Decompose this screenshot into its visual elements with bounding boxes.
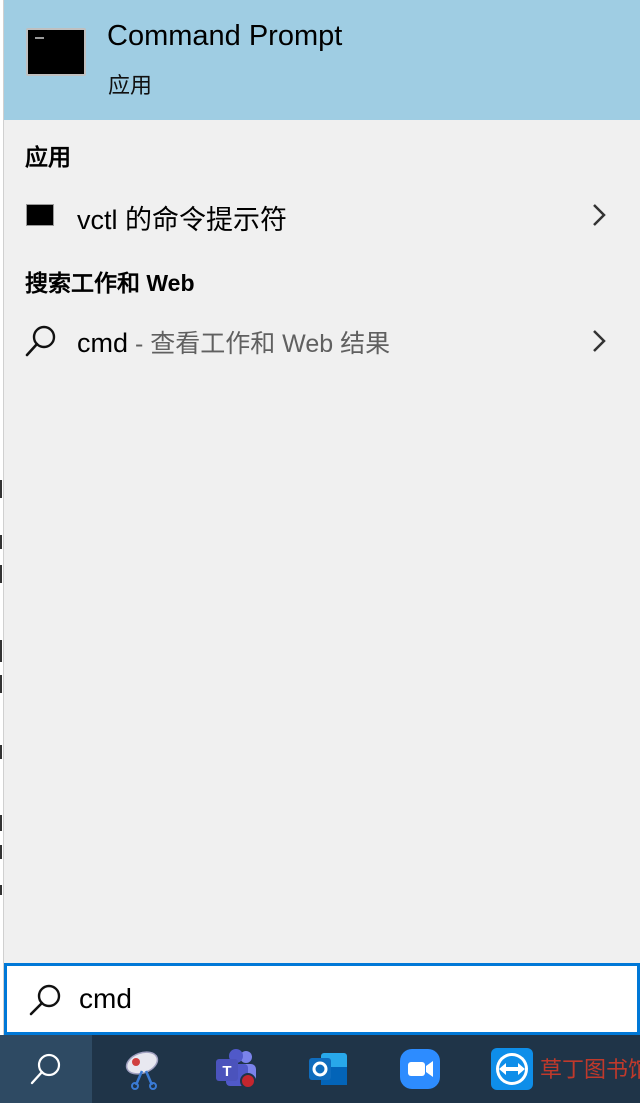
taskbar-search-button[interactable] xyxy=(0,1035,92,1103)
web-result-query: cmd xyxy=(77,328,129,358)
taskbar-teams[interactable]: T xyxy=(190,1035,282,1103)
snipping-tool-icon xyxy=(125,1051,159,1090)
chevron-right-icon[interactable] xyxy=(588,328,610,354)
section-header-apps: 应用 xyxy=(25,144,71,170)
svg-text:T: T xyxy=(222,1063,231,1080)
best-match-title: Command Prompt xyxy=(107,20,343,52)
web-result-suffix: - 查看工作和 Web 结果 xyxy=(128,330,391,358)
web-result-cmd[interactable]: cmd - 查看工作和 Web 结果 xyxy=(4,310,640,372)
outlook-icon xyxy=(309,1053,347,1085)
watermark-text: 草丁图书馆 xyxy=(540,1058,640,1083)
teams-icon: T xyxy=(216,1049,256,1089)
taskbar-zoom[interactable] xyxy=(374,1035,466,1103)
cmd-icon xyxy=(26,204,54,226)
app-result-label: vctl 的命令提示符 xyxy=(77,205,288,235)
cmd-icon xyxy=(26,28,86,76)
search-icon xyxy=(30,1053,61,1085)
search-icon xyxy=(25,325,56,357)
start-search-panel: Command Prompt 应用 应用 vctl 的命令提示符 搜索工作和 W… xyxy=(0,0,640,1103)
teamviewer-icon xyxy=(491,1048,533,1090)
zoom-icon xyxy=(400,1049,440,1089)
background-window-edge xyxy=(0,0,4,1035)
best-match-type: 应用 xyxy=(108,73,153,98)
taskbar-outlook[interactable] xyxy=(282,1035,374,1103)
chevron-right-icon[interactable] xyxy=(588,202,610,228)
search-box[interactable] xyxy=(4,963,640,1035)
taskbar-snipping-tool[interactable] xyxy=(98,1035,190,1103)
section-header-web: 搜索工作和 Web xyxy=(25,270,195,296)
search-input[interactable] xyxy=(77,982,581,1016)
best-match-result[interactable]: Command Prompt 应用 xyxy=(4,0,640,120)
search-icon xyxy=(29,984,61,1016)
app-result-vctl[interactable]: vctl 的命令提示符 xyxy=(4,184,640,246)
web-result-label: cmd - 查看工作和 Web 结果 xyxy=(77,324,390,360)
